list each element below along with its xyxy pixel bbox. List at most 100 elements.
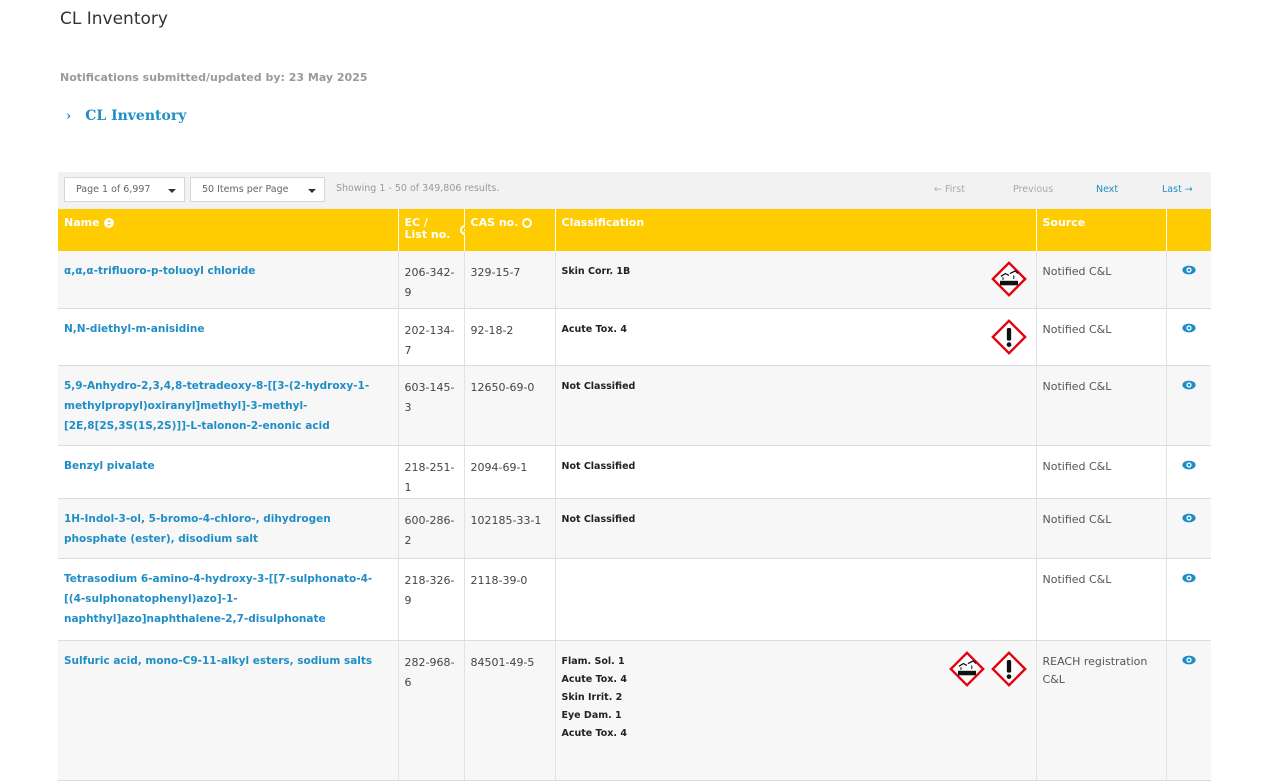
classification-cell: Not Classified [555,445,1037,499]
hazard-pictograms [990,261,1027,297]
column-classification-label: Classification [561,216,645,229]
cas-number: 2094-69-1 [464,445,556,499]
classification-label: Acute Tox. 4 [561,323,627,335]
hazard-pictograms [948,650,1027,687]
column-source-label: Source [1042,216,1086,229]
source-cell: Notified C&L [1036,445,1167,499]
table-row: N,N-diethyl-m-anisidine 202-134-7 92-18-2 A… [58,308,1211,366]
eye-icon[interactable] [1182,380,1196,390]
eye-icon[interactable] [1182,265,1196,275]
source-cell: REACH registration C&L [1036,640,1167,781]
column-name-label: Name [64,216,100,229]
view-details-cell [1166,251,1211,309]
substance-name-link[interactable]: α,α,α-trifluoro-p-toluoyl chloride [58,251,399,309]
cas-number: 102185-33-1 [464,498,556,559]
cas-number: 2118-39-0 [464,558,556,641]
view-details-cell [1166,558,1211,641]
notification-date: Notifications submitted/updated by: 23 M… [60,71,368,84]
ec-number: 218-251-1 [398,445,465,499]
classification-label: Not Classified [561,513,636,525]
substance-name-link[interactable]: 5,9-Anhydro-2,3,4,8-tetradeoxy-8-[[3-(2-… [58,365,399,446]
cas-number: 92-18-2 [464,308,556,366]
column-header-classification: Classification [555,209,1037,251]
column-header-ec[interactable]: EC / List no. [398,209,470,251]
ec-number: 218-326-9 [398,558,465,641]
table-row: Sulfuric acid, mono-C9-11-alkyl esters, … [58,640,1211,781]
cas-number: 12650-69-0 [464,365,556,446]
classification-cell: Not Classified [555,365,1037,446]
exclamation-pictogram [990,318,1027,355]
page-title: CL Inventory [60,9,168,29]
corrosion-pictogram [948,650,985,687]
column-header-source: Source [1036,209,1167,251]
ec-number: 202-134-7 [398,308,465,366]
substance-name-link[interactable]: Sulfuric acid, mono-C9-11-alkyl esters, … [58,640,399,781]
sort-icon[interactable] [103,218,114,228]
ec-number: 206-342-9 [398,251,465,309]
eye-icon[interactable] [1182,573,1196,583]
table-row: Benzyl pivalate 218-251-1 2094-69-1 Not Cla… [58,445,1211,499]
pagination-toolbar: Page 1 of 6,997 50 Items per Page Showin… [58,172,1211,209]
items-per-page-select[interactable]: 50 Items per Page [190,177,325,202]
cas-number: 329-15-7 [464,251,556,309]
eye-icon[interactable] [1182,513,1196,523]
view-details-cell [1166,498,1211,559]
inventory-table: Name EC / List no. CAS no. Classification… [58,209,1211,781]
classification-cell: Not Classified [555,498,1037,559]
ec-number: 600-286-2 [398,498,465,559]
classification-label: Eye Dam. 1 [561,709,622,721]
source-cell: Notified C&L [1036,498,1167,559]
table-header-row: Name EC / List no. CAS no. Classification… [58,209,1211,251]
table-row: α,α,α-trifluoro-p-toluoyl chloride 206-34… [58,251,1211,309]
table-row: 5,9-Anhydro-2,3,4,8-tetradeoxy-8-[[3-(2-… [58,365,1211,446]
classification-label: Not Classified [561,460,636,472]
classification-cell: Acute Tox. 4 [555,308,1037,366]
exclamation-pictogram [990,650,1027,687]
column-cas-label: CAS no. [470,216,519,229]
column-ec-label-line2: List no. [404,228,451,241]
previous-page-link[interactable]: Previous [1013,184,1053,195]
sort-icon[interactable] [522,218,533,228]
page-select[interactable]: Page 1 of 6,997 [64,177,185,202]
next-page-link[interactable]: Next [1096,184,1118,195]
column-header-cas[interactable]: CAS no. [464,209,556,251]
eye-icon[interactable] [1182,323,1196,333]
substance-name-link[interactable]: 1H-Indol-3-ol, 5-bromo-4-chloro-, dihydr… [58,498,399,559]
source-cell: Notified C&L [1036,251,1167,309]
eye-icon[interactable] [1182,655,1196,665]
substance-name-link[interactable]: Benzyl pivalate [58,445,399,499]
column-header-actions [1166,209,1211,251]
substance-name-link[interactable]: Tetrasodium 6-amino-4-hydroxy-3-[[7-sulp… [58,558,399,641]
substance-name-link[interactable]: N,N-diethyl-m-anisidine [58,308,399,366]
cas-number: 84501-49-5 [464,640,556,781]
last-page-link[interactable]: Last → [1162,184,1193,195]
column-header-name[interactable]: Name [58,209,399,251]
chevron-right-icon: › [66,109,72,124]
caret-down-icon [308,189,316,193]
view-details-cell [1166,308,1211,366]
view-details-cell [1166,365,1211,446]
classification-label: Skin Corr. 1B [561,266,631,277]
hazard-pictograms [990,318,1027,355]
results-count: Showing 1 - 50 of 349,806 results. [336,183,500,194]
classification-label: Skin Irrit. 2 [561,691,623,703]
first-page-link[interactable]: ← First [934,184,965,195]
view-details-cell [1166,445,1211,499]
classification-label: Not Classified [561,380,636,392]
classification-cell: Flam. Sol. 1 Acute Tox. 4 Skin Irrit. 2 Eye… [555,640,1037,781]
source-cell: Notified C&L [1036,558,1167,641]
source-cell: Notified C&L [1036,308,1167,366]
view-details-cell [1166,640,1211,781]
classification-cell [555,558,1037,641]
table-row: Tetrasodium 6-amino-4-hydroxy-3-[[7-sulp… [58,558,1211,641]
classification-label: Acute Tox. 4 [561,727,627,739]
table-row: 1H-Indol-3-ol, 5-bromo-4-chloro-, dihydr… [58,498,1211,559]
items-per-page-value: 50 Items per Page [202,184,289,195]
source-cell: Notified C&L [1036,365,1167,446]
classification-cell: Skin Corr. 1B [555,251,1037,309]
caret-down-icon [168,189,176,193]
ec-number: 282-968-6 [398,640,465,781]
page-select-value: Page 1 of 6,997 [76,184,151,195]
eye-icon[interactable] [1182,460,1196,470]
breadcrumb-cl-inventory[interactable]: › CL Inventory [66,108,186,124]
